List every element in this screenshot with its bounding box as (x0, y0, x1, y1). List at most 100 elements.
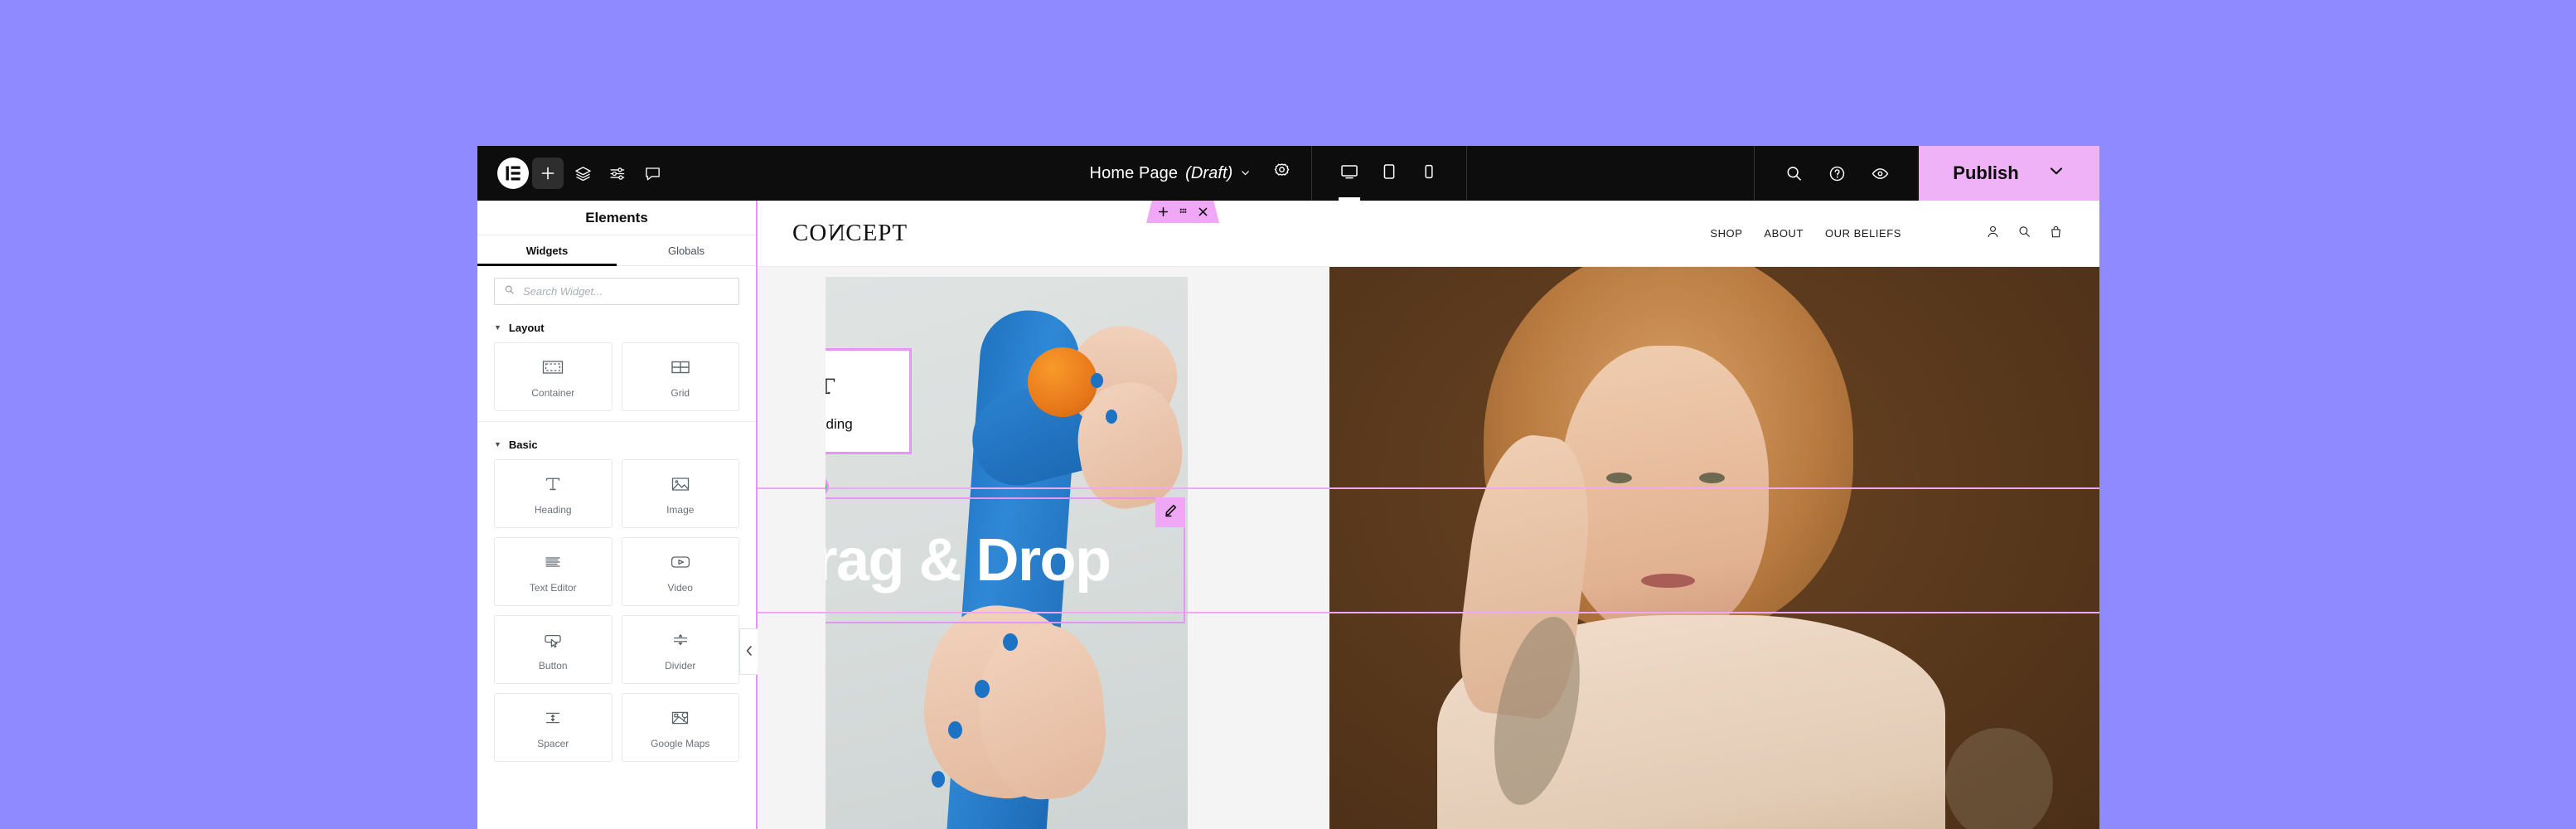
chevron-left-icon (745, 645, 753, 659)
tab-globals[interactable]: Globals (617, 235, 756, 265)
site-header-icons (1986, 225, 2063, 243)
hero-container[interactable]: Drag & Drop (758, 267, 2099, 829)
site-logo[interactable]: CONCEPT (792, 220, 908, 247)
drop-indicator-badge: + (826, 476, 829, 497)
nail-shape (932, 771, 945, 788)
drag-handle-icon[interactable] (1178, 206, 1189, 217)
site-nav: SHOP ABOUT OUR BELIEFS (1710, 225, 2063, 243)
selected-heading-widget[interactable]: Drag & Drop (826, 497, 1185, 623)
widget-text-editor[interactable]: Text Editor (494, 537, 613, 606)
section-header-basic[interactable]: ▼ Basic (494, 432, 739, 459)
site-header: CONCEPT SHOP ABOUT OUR BELIEFS (758, 201, 2099, 267)
widget-label: Image (666, 504, 695, 516)
account-icon[interactable] (1986, 225, 2000, 243)
editor-topbar: Home Page (Draft) Publish (477, 146, 2099, 201)
heading-icon (826, 371, 842, 406)
container-icon (540, 355, 565, 380)
text-editor-icon (540, 550, 565, 574)
help-icon[interactable] (1821, 158, 1852, 189)
caret-down-icon: ▼ (494, 440, 501, 448)
topbar-tools (1755, 158, 1919, 189)
spacer-icon (540, 705, 565, 730)
widget-divider[interactable]: Divider (621, 615, 739, 684)
mobile-icon (1419, 162, 1439, 186)
plus-icon[interactable] (1158, 206, 1169, 217)
cart-icon[interactable] (2049, 225, 2063, 243)
responsive-tablet-button[interactable] (1372, 146, 1407, 201)
orange-fruit-shape (1028, 347, 1097, 417)
widget-spacer[interactable]: Spacer (494, 693, 613, 762)
site-search-icon[interactable] (2017, 225, 2031, 243)
nav-link-our-beliefs[interactable]: OUR BELIEFS (1825, 227, 1901, 240)
document-settings-button[interactable] (1272, 162, 1291, 185)
caret-down-icon: ▼ (494, 323, 501, 332)
nail-shape (948, 721, 962, 739)
hero-right-column[interactable] (1329, 267, 2099, 829)
section-header-layout[interactable]: ▼ Layout (494, 315, 739, 342)
container-toolbar (1146, 201, 1219, 223)
widget-grid-layout: Container Grid (494, 342, 739, 411)
widget-container[interactable]: Container (494, 342, 613, 411)
widget-label: Divider (665, 660, 696, 671)
panel-collapse-button[interactable] (739, 628, 758, 675)
widget-button[interactable]: Button (494, 615, 613, 684)
layers-icon[interactable] (567, 158, 598, 189)
nail-shape (1003, 633, 1018, 651)
dragging-widget-label: Heading (826, 415, 853, 432)
publish-label: Publish (1953, 162, 2019, 183)
widget-section-layout: ▼ Layout Container Grid (477, 312, 756, 421)
publish-chevron-down-icon[interactable] (2047, 162, 2065, 185)
search-widget-wrap (477, 266, 756, 312)
heading-icon (540, 472, 565, 497)
responsive-desktop-button[interactable] (1332, 146, 1367, 201)
section-title: Layout (508, 322, 545, 334)
widget-heading[interactable]: Heading (494, 459, 613, 528)
gear-icon (1272, 162, 1291, 185)
search-widget-input[interactable] (523, 285, 729, 298)
topbar-divider-right (1466, 146, 1468, 201)
editor-canvas[interactable]: CONCEPT SHOP ABOUT OUR BELIEFS ag & Drop… (758, 201, 2099, 829)
brand-part-2: CEPT (845, 220, 908, 246)
nav-link-about[interactable]: ABOUT (1764, 227, 1804, 240)
add-element-icon[interactable] (532, 158, 564, 189)
brand-part-1: CO (792, 220, 828, 246)
elementor-logo-icon[interactable] (497, 158, 529, 189)
document-title: Home Page (1089, 163, 1179, 182)
nail-shape (1106, 410, 1117, 424)
section-title: Basic (508, 439, 538, 451)
widget-grid-basic: Heading Image Text Editor Video Button D… (494, 459, 739, 762)
tab-widgets[interactable]: Widgets (477, 235, 617, 266)
topbar-right-group: Publish (1754, 146, 2099, 201)
widget-label: Video (667, 582, 693, 594)
image-icon (668, 472, 693, 497)
search-widget-box[interactable] (494, 278, 739, 305)
search-icon (504, 284, 515, 299)
product-photo[interactable]: Drag & Drop (826, 277, 1188, 829)
widget-section-basic: ▼ Basic Heading Image Text Editor Video … (477, 421, 756, 772)
hero-left-column[interactable]: Drag & Drop (758, 267, 1329, 829)
widget-image[interactable]: Image (621, 459, 739, 528)
video-icon (668, 550, 693, 574)
widget-google-maps[interactable]: Google Maps (621, 693, 739, 762)
pencil-icon (1164, 503, 1178, 521)
widget-video[interactable]: Video (621, 537, 739, 606)
widget-label: Grid (671, 387, 690, 399)
lips-shape (1641, 573, 1696, 589)
edit-widget-handle[interactable] (1155, 497, 1185, 527)
responsive-mobile-button[interactable] (1411, 146, 1446, 201)
close-icon[interactable] (1198, 206, 1208, 217)
preview-icon[interactable] (1864, 158, 1896, 189)
nav-link-shop[interactable]: SHOP (1710, 227, 1742, 240)
widget-label: Text Editor (529, 582, 577, 594)
widget-list[interactable]: ▼ Layout Container Grid ▼ Basic Heading … (477, 312, 756, 829)
chevron-down-icon (1240, 164, 1251, 183)
widget-grid[interactable]: Grid (621, 342, 739, 411)
dragging-widget-card[interactable]: Heading (826, 348, 912, 454)
site-settings-icon[interactable] (602, 158, 633, 189)
notes-icon[interactable] (637, 158, 668, 189)
publish-button[interactable]: Publish (1919, 146, 2099, 201)
portrait-photo[interactable] (1329, 267, 2099, 829)
document-title-dropdown[interactable]: Home Page (Draft) (1090, 164, 1252, 183)
search-icon[interactable] (1778, 158, 1809, 189)
panel-title: Elements (477, 201, 756, 235)
